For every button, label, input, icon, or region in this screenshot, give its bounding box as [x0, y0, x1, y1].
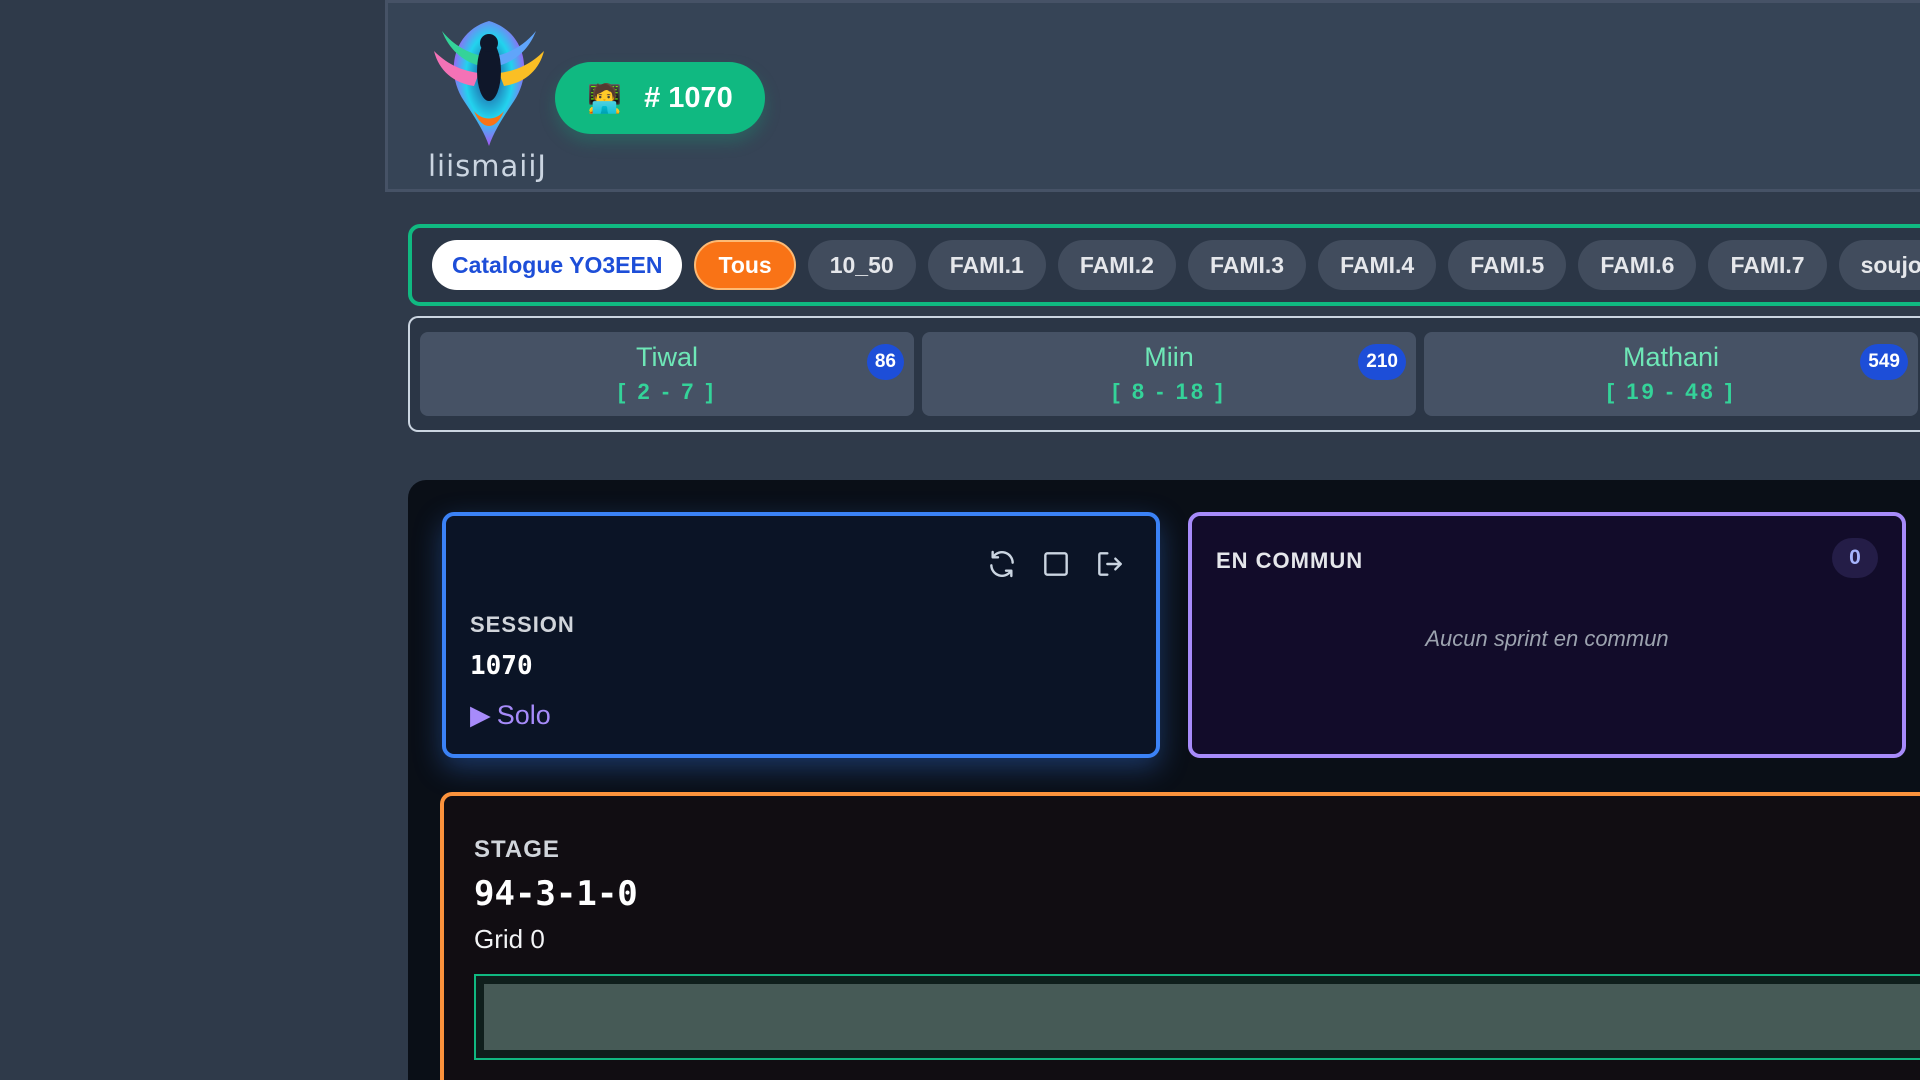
technologist-icon: 🧑‍💻 — [587, 82, 623, 114]
main-panel: SESSION 1070 ▶ Solo EN COMMUN 0 Aucun sp… — [408, 480, 1920, 1080]
range-count-badge: 86 — [866, 344, 904, 380]
session-mode-label: Solo — [496, 700, 551, 730]
stage-card: STAGE 94-3-1-0 Grid 0 — [440, 792, 1920, 1080]
chip-fami-3[interactable]: FAMI.3 — [1187, 240, 1307, 290]
stage-value: 94-3-1-0 — [474, 874, 638, 914]
session-badge-label: # 1070 — [644, 81, 733, 114]
phoenix-logo-icon — [434, 21, 544, 146]
chip-soujo[interactable]: soujo — [1838, 240, 1920, 290]
range-name: Mathani — [1622, 342, 1720, 372]
session-label: SESSION — [470, 612, 575, 637]
stage-progress-fill — [484, 984, 1920, 1050]
common-sprints-card: EN COMMUN 0 Aucun sprint en commun — [1188, 512, 1906, 758]
common-title: EN COMMUN — [1216, 548, 1364, 573]
chip-fami-5[interactable]: FAMI.5 — [1448, 240, 1567, 290]
category-filter-bar: Catalogue YO3EEN Tous 10_50 FAMI.1 FAMI.… — [408, 224, 1920, 306]
range-card-miin[interactable]: Miin [ 8 - 18 ] 210 — [922, 332, 1416, 416]
stage-progress-bar — [474, 974, 1920, 1060]
range-selector: Tiwal [ 2 - 7 ] 86 Miin [ 8 - 18 ] 210 M… — [408, 316, 1920, 432]
stop-icon[interactable] — [1040, 548, 1072, 580]
range-span: [ 8 - 18 ] — [1112, 379, 1226, 404]
range-count-badge: 549 — [1860, 344, 1908, 380]
stage-label: STAGE — [474, 836, 560, 863]
session-value: 1070 — [470, 651, 533, 681]
logo-text: liismaiiJ — [428, 149, 547, 183]
chip-fami-4[interactable]: FAMI.4 — [1318, 240, 1437, 290]
session-card: SESSION 1070 ▶ Solo — [442, 512, 1160, 758]
session-actions — [986, 548, 1126, 580]
range-card-mathani[interactable]: Mathani [ 19 - 48 ] 549 — [1424, 332, 1918, 416]
range-span: [ 2 - 7 ] — [618, 379, 716, 404]
range-count-badge: 210 — [1358, 344, 1406, 380]
chip-fami-7[interactable]: FAMI.7 — [1708, 240, 1827, 290]
range-span: [ 19 - 48 ] — [1606, 379, 1736, 404]
stage-grid-label: Grid 0 — [474, 924, 545, 954]
range-card-tiwal[interactable]: Tiwal [ 2 - 7 ] 86 — [420, 332, 914, 416]
app-header: liismaiiJ 🧑‍💻 # 1070 — [385, 0, 1920, 192]
session-badge-button[interactable]: 🧑‍💻 # 1070 — [555, 62, 765, 134]
refresh-icon[interactable] — [986, 548, 1018, 580]
play-icon: ▶ — [470, 700, 491, 730]
chip-fami-2[interactable]: FAMI.2 — [1057, 240, 1176, 290]
catalogue-button[interactable]: Catalogue YO3EEN — [432, 240, 683, 290]
range-name: Miin — [1144, 342, 1194, 372]
chip-tous[interactable]: Tous — [694, 240, 796, 290]
session-mode-toggle[interactable]: ▶ Solo — [470, 700, 551, 731]
common-empty-message: Aucun sprint en commun — [1425, 626, 1669, 651]
chip-fami-6[interactable]: FAMI.6 — [1578, 240, 1697, 290]
logout-icon[interactable] — [1094, 548, 1126, 580]
common-count-badge: 0 — [1832, 538, 1878, 578]
chip-10-50[interactable]: 10_50 — [807, 240, 916, 290]
chip-fami-1[interactable]: FAMI.1 — [927, 240, 1046, 290]
range-name: Tiwal — [635, 342, 698, 372]
